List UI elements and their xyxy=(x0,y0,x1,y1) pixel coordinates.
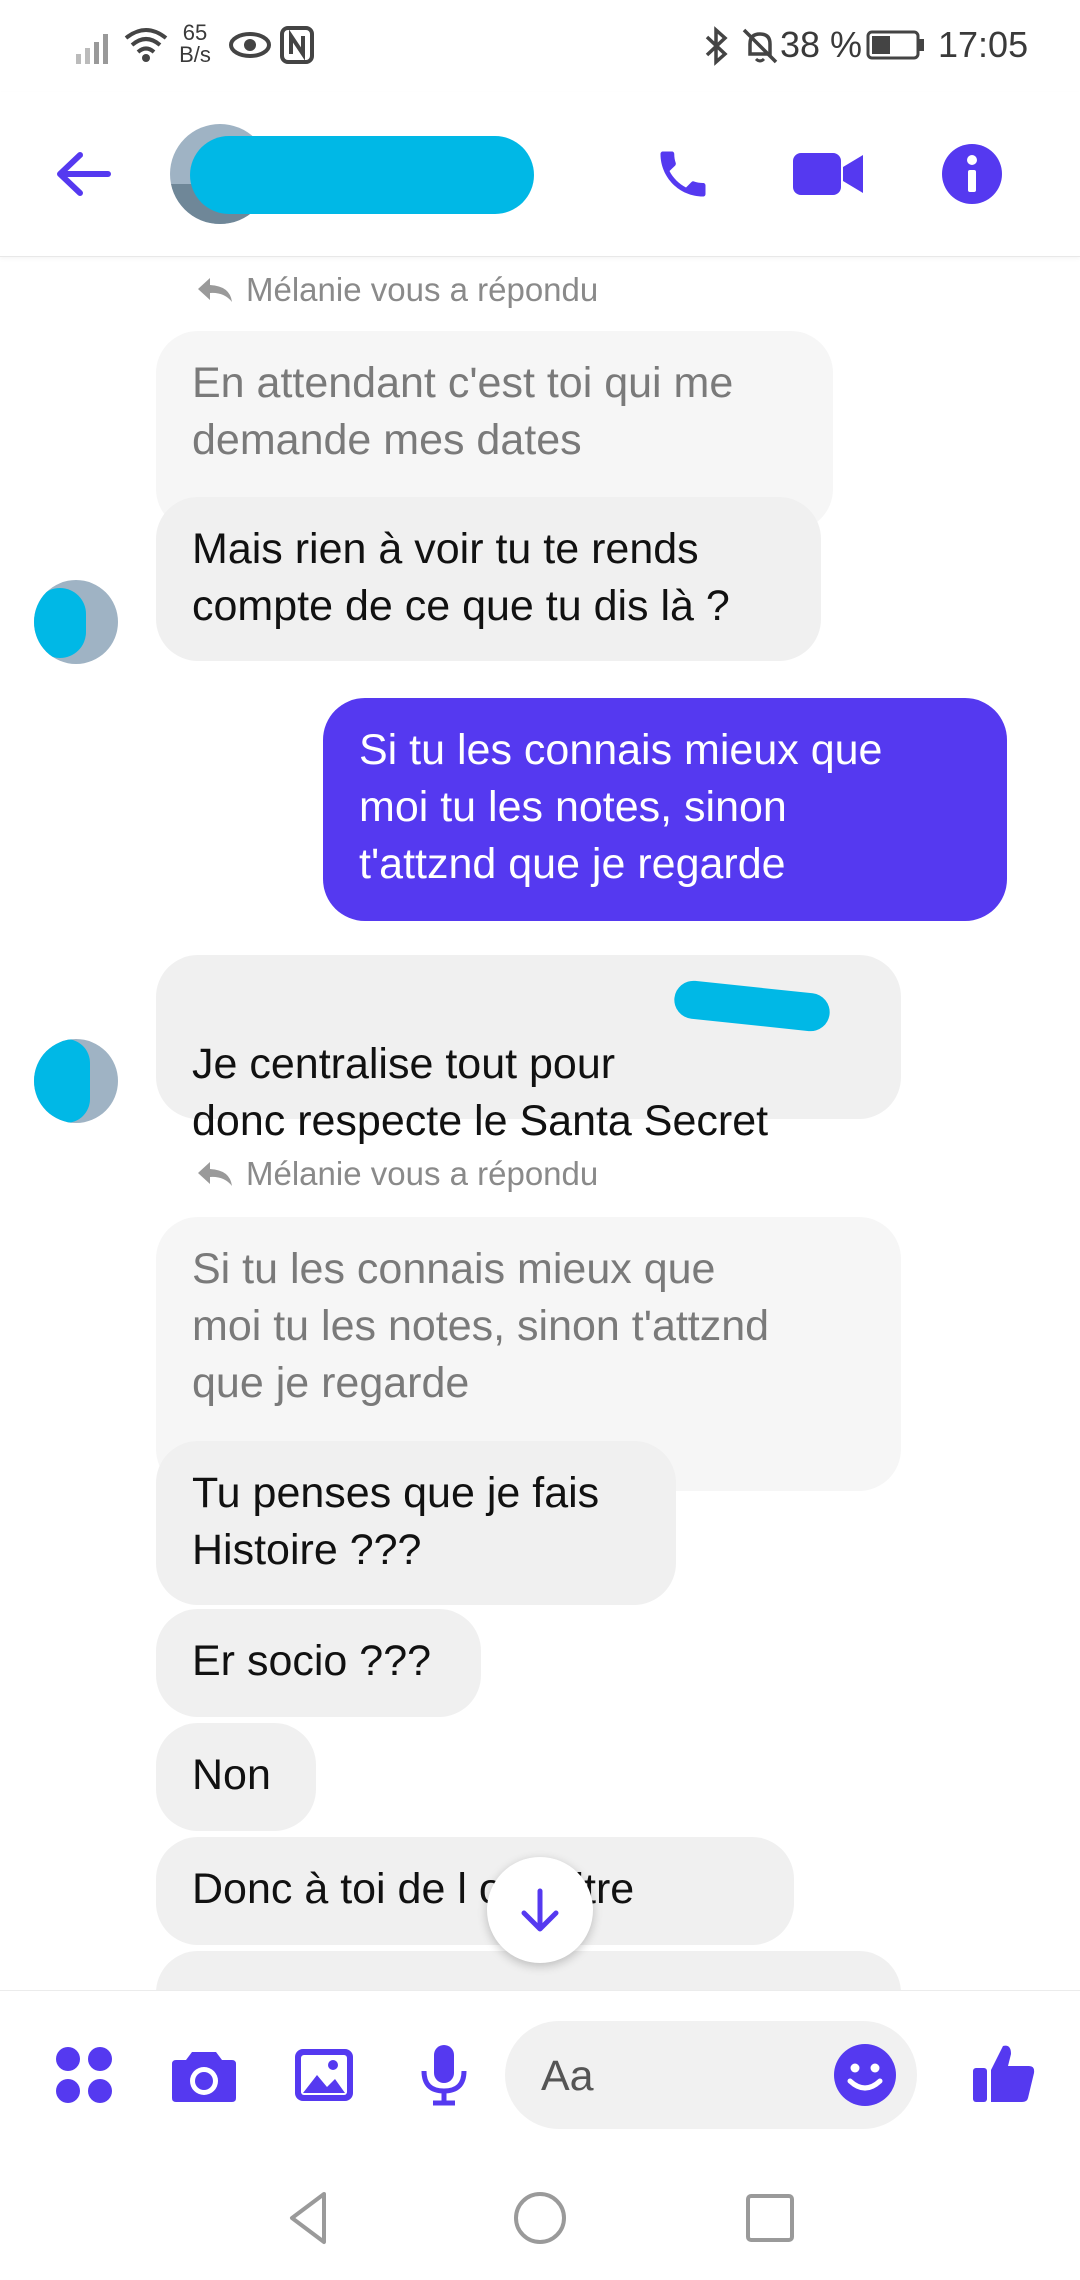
emoji-button[interactable] xyxy=(831,2041,899,2109)
reply-arrow-icon xyxy=(198,1162,232,1186)
reply-arrow-icon xyxy=(198,278,232,302)
reply-indicator: Mélanie vous a répondu xyxy=(196,271,598,309)
sender-avatar[interactable] xyxy=(34,1039,118,1123)
camera-button[interactable] xyxy=(164,2035,244,2115)
arrow-left-icon xyxy=(57,152,111,196)
camera-icon xyxy=(172,2052,236,2102)
signal-icon xyxy=(76,34,108,64)
message-thread[interactable]: Mélanie vous a répondu En attendant c'es… xyxy=(0,257,1080,1990)
arrow-down-icon xyxy=(521,1888,559,1932)
system-navigation-bar xyxy=(0,2158,1080,2280)
phone-icon xyxy=(660,151,706,197)
received-message[interactable]: Non xyxy=(156,1723,316,1831)
smiley-icon xyxy=(834,2044,896,2106)
square-recents-icon xyxy=(746,2194,794,2242)
sender-avatar[interactable] xyxy=(34,580,118,664)
more-actions-button[interactable] xyxy=(44,2035,124,2115)
conversation-header xyxy=(0,92,1080,257)
eye-icon xyxy=(229,32,271,58)
status-bar: 65 B/s 38 % 17:05 xyxy=(0,0,1080,92)
four-dots-icon xyxy=(56,2047,112,2103)
redacted-contact-name[interactable] xyxy=(190,136,534,214)
message-input-box[interactable] xyxy=(505,2021,917,2131)
received-message[interactable]: Mais rien à voir tu te rends compte de c… xyxy=(156,497,821,661)
microphone-icon xyxy=(421,2045,467,2106)
received-message[interactable]: Donc à toi de l onnaitre xyxy=(156,1837,794,1945)
info-icon xyxy=(942,144,1002,204)
like-button[interactable] xyxy=(964,2033,1044,2113)
net-speed-value: 65 xyxy=(182,20,208,45)
received-message[interactable]: Er socio ??? xyxy=(156,1609,481,1717)
message-composer xyxy=(0,1990,1080,2159)
nav-home-button[interactable] xyxy=(510,2188,570,2248)
battery-icon xyxy=(866,30,924,60)
received-message[interactable]: Tu penses que je fais Histoire ??? xyxy=(156,1441,676,1605)
bluetooth-icon xyxy=(705,26,728,66)
circle-home-icon xyxy=(514,2192,566,2244)
message-input[interactable] xyxy=(539,2021,823,2131)
net-speed-unit: B/s xyxy=(179,42,211,67)
back-button[interactable] xyxy=(44,134,124,214)
nav-recents-button[interactable] xyxy=(740,2188,800,2248)
received-message[interactable]: Je centralise tout pour donc respecte le… xyxy=(156,955,901,1145)
video-call-button[interactable] xyxy=(788,134,868,214)
conversation-info-button[interactable] xyxy=(932,134,1012,214)
battery-percent: 38 % xyxy=(780,24,863,65)
wifi-icon xyxy=(124,28,168,62)
triangle-back-icon xyxy=(290,2192,326,2244)
sent-message[interactable]: Si tu les connais mieux que moi tu les n… xyxy=(323,698,1007,921)
clock: 17:05 xyxy=(938,24,1029,65)
muted-bell-icon xyxy=(742,28,778,64)
voice-message-button[interactable] xyxy=(404,2035,484,2115)
thumbs-up-icon xyxy=(973,2045,1035,2102)
image-icon xyxy=(295,2049,353,2101)
scroll-to-bottom-button[interactable] xyxy=(487,1857,593,1963)
nfc-icon xyxy=(280,26,314,64)
voice-call-button[interactable] xyxy=(643,134,723,214)
nav-back-button[interactable] xyxy=(280,2188,340,2248)
reply-indicator: Mélanie vous a répondu xyxy=(196,1155,598,1193)
gallery-button[interactable] xyxy=(284,2035,364,2115)
video-camera-icon xyxy=(793,153,863,195)
